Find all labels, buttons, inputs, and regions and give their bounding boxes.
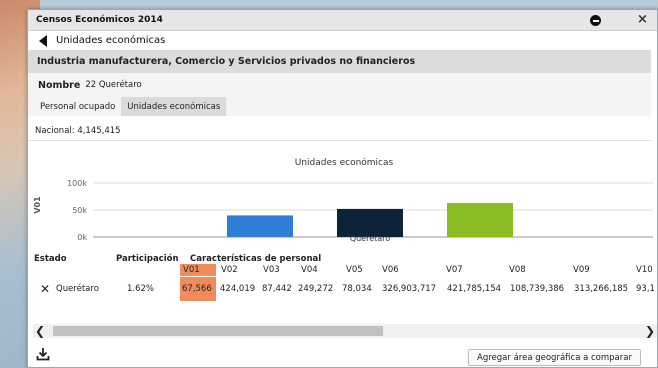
chevron-right-icon[interactable]: ❯ (645, 324, 655, 338)
chart-area: Unidades económicas V01 100k 50k 0k Querét… (28, 151, 657, 251)
chart-title: Unidades económicas (295, 157, 394, 168)
row-v06: 326,903,717 (382, 284, 437, 294)
row-v08: 108,739,386 (510, 284, 565, 294)
row-v02: 424,019 (220, 284, 256, 294)
nacional-total: Nacional: 4,145,415 (28, 121, 651, 141)
x-category-label: Querétaro (350, 233, 390, 243)
row-v01: 67,566 (180, 277, 216, 301)
back-label[interactable]: Unidades económicas (56, 35, 165, 46)
col-header-participacion: Participación (116, 254, 179, 264)
row-v10: 93,1 (636, 284, 655, 294)
column-header-v06[interactable]: V06 (382, 264, 399, 276)
remove-icon[interactable]: ✕ (40, 283, 50, 295)
bar-chart: Unidades económicas V01 100k 50k 0k Querét… (33, 157, 653, 243)
y-tick-label: 0k (77, 233, 87, 242)
column-header-v09[interactable]: V09 (573, 264, 590, 276)
row-v09: 313,266,185 (574, 284, 629, 294)
column-header-v08[interactable]: V08 (509, 264, 526, 276)
bar-series-3[interactable] (447, 202, 513, 237)
title-bar: Censos Económicos 2014 × (28, 10, 657, 31)
y-tick-label: 100k (67, 179, 87, 188)
window-title: Censos Económicos 2014 (36, 15, 163, 25)
close-icon[interactable]: × (637, 13, 648, 27)
back-row[interactable]: Unidades económicas (28, 31, 657, 50)
nombre-row: Nombre 22 Querétaro (28, 73, 651, 97)
bar-series-1[interactable] (227, 215, 293, 237)
column-header-v03[interactable]: V03 (263, 264, 280, 276)
row-estado: Querétaro (56, 284, 99, 294)
column-header-v04[interactable]: V04 (301, 264, 318, 276)
chevron-left-icon[interactable]: ❮ (35, 324, 45, 338)
section-subtitle: Industria manufacturera, Comercio y Serv… (28, 50, 651, 73)
row-v04: 249,272 (298, 284, 334, 294)
tab-personal-ocupado[interactable]: Personal ocupado (34, 97, 121, 116)
census-panel: Censos Económicos 2014 × Unidades económ… (27, 9, 658, 368)
y-axis-label: V01 (33, 196, 42, 214)
column-header-v05[interactable]: V05 (346, 264, 363, 276)
row-participacion: 1.62% (127, 284, 155, 294)
download-icon[interactable] (36, 347, 50, 361)
tab-unidades-economicas[interactable]: Unidades económicas (121, 97, 227, 116)
nombre-label: Nombre (38, 79, 81, 91)
horizontal-scrollbar[interactable]: ❮ ❯ (33, 324, 657, 338)
bar-series-2[interactable] (337, 208, 403, 237)
tab-bar: Personal ocupado Unidades económicas (28, 97, 651, 116)
row-v07: 421,785,154 (447, 284, 502, 294)
nombre-value: 22 Querétaro (85, 80, 142, 90)
back-arrow-icon[interactable] (39, 34, 47, 47)
row-v03: 87,442 (262, 284, 292, 294)
data-table: Estado Participación Características de … (28, 253, 657, 313)
y-tick-label: 50k (72, 206, 87, 215)
column-header-v10[interactable]: V10 (636, 264, 653, 276)
add-compare-area-button[interactable]: Agregar área geográfica a comparar (468, 349, 641, 366)
scroll-thumb[interactable] (53, 326, 383, 336)
column-header-v02[interactable]: V02 (221, 264, 238, 276)
minimize-icon[interactable] (590, 15, 601, 26)
column-header-v01[interactable]: V01 (180, 264, 216, 276)
column-header-v07[interactable]: V07 (446, 264, 463, 276)
col-header-estado: Estado (34, 254, 67, 264)
row-v05: 78,034 (342, 284, 372, 294)
